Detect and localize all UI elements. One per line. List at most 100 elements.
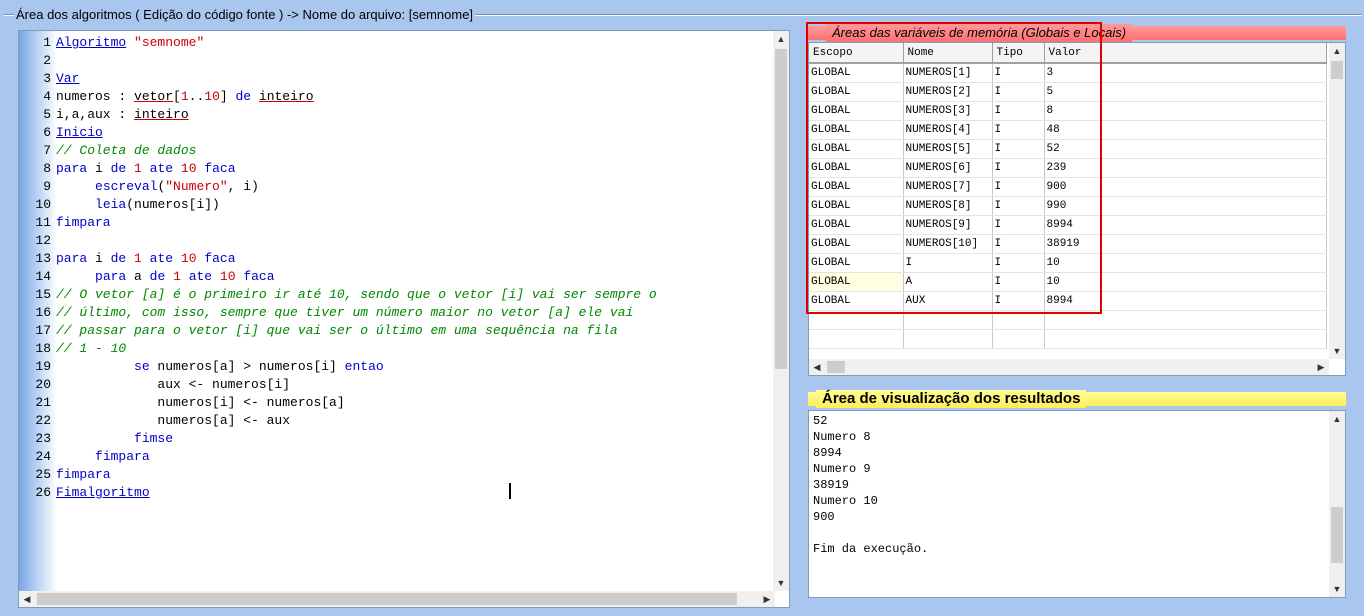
code-line[interactable]: 6 Inicio bbox=[19, 124, 775, 142]
scroll-left-arrow-icon[interactable]: ◀ bbox=[809, 359, 825, 375]
line-number: 5 bbox=[43, 107, 51, 122]
code-line[interactable]: 7 // Coleta de dados bbox=[19, 142, 775, 160]
results-panel[interactable]: 52 Numero 8 8994 Numero 9 38919 Numero 10 900 F… bbox=[808, 410, 1346, 598]
table-row[interactable]: GLOBAL NUMEROS[5] I 52 bbox=[809, 139, 1327, 159]
empty-cell bbox=[809, 310, 904, 330]
cell-tipo: I bbox=[992, 272, 1045, 292]
column-header-valor[interactable]: Valor bbox=[1044, 43, 1327, 64]
code-token: Var bbox=[56, 71, 80, 86]
table-row[interactable]: GLOBAL AUX I 8994 bbox=[809, 291, 1327, 311]
code-line[interactable]: 20 aux <- numeros[i] bbox=[19, 376, 775, 394]
code-line[interactable]: 1 Algoritmo "semnome" bbox=[19, 34, 775, 52]
scroll-left-arrow-icon[interactable]: ◀ bbox=[19, 591, 35, 607]
cell-nome: AUX bbox=[903, 291, 993, 311]
code-token: Inicio bbox=[56, 125, 103, 140]
cell-tipo: I bbox=[992, 101, 1045, 121]
code-token: escreval bbox=[95, 179, 158, 194]
code-line[interactable]: 9 escreval("Numero", i) bbox=[19, 178, 775, 196]
variables-horizontal-scrollbar[interactable]: ◀ ▶ bbox=[809, 359, 1329, 375]
scroll-right-arrow-icon[interactable]: ▶ bbox=[1313, 359, 1329, 375]
code-line[interactable]: 8 para i de 1 ate 10 faca bbox=[19, 160, 775, 178]
scroll-thumb[interactable] bbox=[775, 49, 787, 369]
code-line[interactable]: 4 numeros : vetor[1..10] de inteiro bbox=[19, 88, 775, 106]
scroll-thumb[interactable] bbox=[37, 593, 737, 605]
code-line[interactable]: 12 bbox=[19, 232, 775, 250]
code-line[interactable]: 11 fimpara bbox=[19, 214, 775, 232]
code-token: 10 bbox=[219, 269, 236, 284]
scroll-down-arrow-icon[interactable]: ▼ bbox=[773, 575, 789, 591]
code-line[interactable]: 22 numeros[a] <- aux bbox=[19, 412, 775, 430]
code-token: Fimalgoritmo bbox=[56, 485, 150, 500]
code-line[interactable]: 5 i,a,aux : inteiro bbox=[19, 106, 775, 124]
code-text: numeros[a] <- aux bbox=[56, 412, 290, 430]
table-row[interactable]: GLOBAL I I 10 bbox=[809, 253, 1327, 273]
scroll-right-arrow-icon[interactable]: ▶ bbox=[759, 591, 775, 607]
column-header-escopo[interactable]: Escopo bbox=[809, 43, 904, 64]
code-line[interactable]: 3 Var bbox=[19, 70, 775, 88]
code-line[interactable]: 14 para a de 1 ate 10 faca bbox=[19, 268, 775, 286]
variables-vertical-scrollbar[interactable]: ▲ ▼ bbox=[1329, 43, 1345, 359]
code-line[interactable]: 19 se numeros[a] > numeros[i] entao bbox=[19, 358, 775, 376]
table-row[interactable]: GLOBAL NUMEROS[7] I 900 bbox=[809, 177, 1327, 197]
code-text: numeros[i] <- numeros[a] bbox=[56, 394, 344, 412]
code-line[interactable]: 26 Fimalgoritmo bbox=[19, 484, 775, 502]
code-line[interactable]: 25 fimpara bbox=[19, 466, 775, 484]
code-editor[interactable]: 1 Algoritmo "semnome" 2 3 Var 4 numeros : veto… bbox=[18, 30, 790, 608]
table-row[interactable]: GLOBAL NUMEROS[9] I 8994 bbox=[809, 215, 1327, 235]
code-line[interactable]: 21 numeros[i] <- numeros[a] bbox=[19, 394, 775, 412]
cell-nome: NUMEROS[2] bbox=[903, 82, 993, 102]
code-token: fimpara bbox=[56, 467, 111, 482]
table-row[interactable]: GLOBAL NUMEROS[8] I 990 bbox=[809, 196, 1327, 216]
code-token: [ bbox=[173, 89, 181, 104]
code-token: para bbox=[56, 251, 88, 266]
cell-escopo: GLOBAL bbox=[809, 196, 904, 216]
cell-nome: NUMEROS[3] bbox=[903, 101, 993, 121]
column-header-nome[interactable]: Nome bbox=[903, 43, 993, 64]
code-token: 10 bbox=[204, 89, 220, 104]
table-row[interactable]: GLOBAL NUMEROS[10] I 38919 bbox=[809, 234, 1327, 254]
table-row[interactable]: GLOBAL NUMEROS[1] I 3 bbox=[809, 63, 1327, 83]
scroll-up-arrow-icon[interactable]: ▲ bbox=[773, 31, 789, 47]
code-line[interactable]: 16 // último, com isso, sempre que tiver … bbox=[19, 304, 775, 322]
scroll-down-arrow-icon[interactable]: ▼ bbox=[1329, 581, 1345, 597]
table-row[interactable]: GLOBAL NUMEROS[6] I 239 bbox=[809, 158, 1327, 178]
variables-panel[interactable]: Escopo Nome Tipo Valor GLOBAL NUMEROS[1] I… bbox=[808, 42, 1346, 376]
scroll-down-arrow-icon[interactable]: ▼ bbox=[1329, 343, 1345, 359]
code-token: ate bbox=[149, 161, 174, 176]
code-token: // O vetor [a] é o primeiro ir até 10, s… bbox=[56, 287, 657, 302]
code-token: de bbox=[235, 89, 252, 104]
scroll-thumb[interactable] bbox=[1331, 507, 1343, 563]
code-line[interactable]: 2 bbox=[19, 52, 775, 70]
code-line[interactable]: 23 fimse bbox=[19, 430, 775, 448]
code-line[interactable]: 18 // 1 - 10 bbox=[19, 340, 775, 358]
code-line[interactable]: 24 fimpara bbox=[19, 448, 775, 466]
cell-escopo: GLOBAL bbox=[809, 291, 904, 311]
column-header-tipo[interactable]: Tipo bbox=[992, 43, 1045, 64]
code-line[interactable]: 17 // passar para o vetor [i] que vai ser… bbox=[19, 322, 775, 340]
scroll-thumb[interactable] bbox=[1331, 61, 1343, 79]
cell-nome: NUMEROS[5] bbox=[903, 139, 993, 159]
code-line[interactable]: 10 leia(numeros[i]) bbox=[19, 196, 775, 214]
table-row[interactable]: GLOBAL A I 10 bbox=[809, 272, 1327, 292]
empty-row bbox=[809, 310, 1327, 330]
table-row[interactable]: GLOBAL NUMEROS[2] I 5 bbox=[809, 82, 1327, 102]
code-token: fimpara bbox=[95, 449, 150, 464]
editor-horizontal-scrollbar[interactable]: ◀ ▶ bbox=[19, 591, 775, 607]
empty-cell bbox=[903, 329, 993, 349]
code-line[interactable]: 15 // O vetor [a] é o primeiro ir até 10,… bbox=[19, 286, 775, 304]
scroll-up-arrow-icon[interactable]: ▲ bbox=[1329, 411, 1345, 427]
code-line[interactable]: 13 para i de 1 ate 10 faca bbox=[19, 250, 775, 268]
line-number: 22 bbox=[35, 413, 51, 428]
editor-vertical-scrollbar[interactable]: ▲ ▼ bbox=[773, 31, 789, 591]
table-row[interactable]: GLOBAL NUMEROS[4] I 48 bbox=[809, 120, 1327, 140]
scroll-thumb[interactable] bbox=[827, 361, 845, 373]
results-vertical-scrollbar[interactable]: ▲ ▼ bbox=[1329, 411, 1345, 597]
scroll-up-arrow-icon[interactable]: ▲ bbox=[1329, 43, 1345, 59]
variables-table: Escopo Nome Tipo Valor GLOBAL NUMEROS[1] I… bbox=[809, 43, 1327, 349]
cell-nome: NUMEROS[10] bbox=[903, 234, 993, 254]
table-row[interactable]: GLOBAL NUMEROS[3] I 8 bbox=[809, 101, 1327, 121]
cell-nome: NUMEROS[9] bbox=[903, 215, 993, 235]
